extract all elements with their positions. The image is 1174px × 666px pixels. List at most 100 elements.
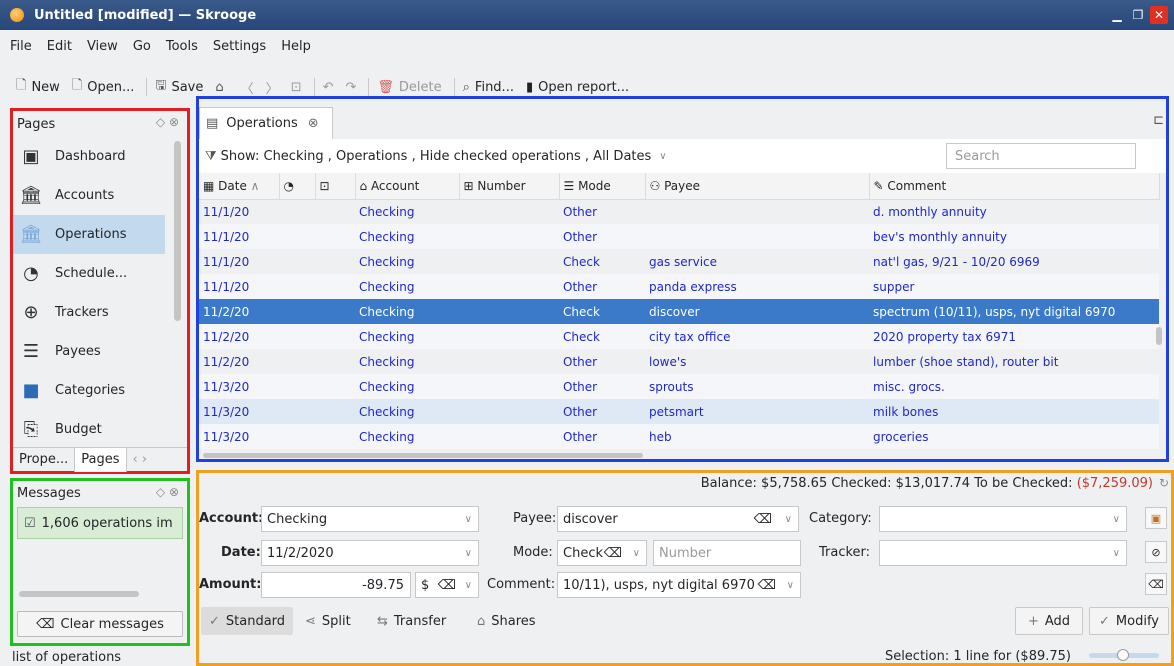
number-field[interactable]: Number [653, 540, 801, 566]
page-item-schedule[interactable]: ◔ Schedule... [13, 254, 187, 293]
messages-scrollbar[interactable] [19, 591, 139, 597]
open-button[interactable]: 🗋 Open... [72, 76, 135, 98]
tracker-select[interactable]: ∨ [879, 540, 1127, 566]
column-flag[interactable]: ⊡ [315, 173, 356, 200]
table-row[interactable]: 11/1/20 Checking Other d. monthly annuity [199, 199, 1159, 224]
cell-account: Checking [359, 204, 415, 219]
column-account[interactable]: ⌂ Account [355, 173, 460, 200]
tab-pages[interactable]: Pages [74, 447, 127, 472]
payee-field[interactable]: discover ⌫ ∨ [557, 506, 799, 532]
filter-text[interactable]: Show: Checking , Operations , Hide check… [221, 149, 652, 164]
table-row[interactable]: 11/3/20 Checking Other petsmart milk bones [199, 399, 1159, 424]
chevron-down-icon: ∨ [632, 547, 640, 559]
back-button[interactable]: 〈 [241, 78, 254, 97]
table-row[interactable]: 11/1/20 Checking Other panda express supper [199, 274, 1159, 299]
add-button[interactable]: + Add [1015, 607, 1083, 635]
table-hscrollbar[interactable] [203, 453, 643, 458]
page-item-trackers[interactable]: ⊕ Trackers [13, 293, 187, 332]
menu-view[interactable]: View [87, 39, 118, 54]
table-row[interactable]: 11/1/20 Checking Check gas service nat'l gas… [199, 249, 1159, 274]
column-number[interactable]: ⊞ Number [459, 173, 560, 200]
tab-properties[interactable]: Prope... [13, 448, 74, 472]
menu-file[interactable]: File [10, 39, 32, 54]
table-row[interactable]: 11/2/20 Checking Other lowe's lumber (shoe s… [199, 349, 1159, 374]
table-row[interactable]: 11/2/20 Checking Check city tax office 2020 … [199, 324, 1159, 349]
new-button[interactable]: 🗋 New [16, 76, 60, 98]
table-row[interactable]: 11/2/20 Checking Check discover spectrum (10… [199, 299, 1159, 324]
currency-select[interactable]: $ ⌫ ∨ [415, 572, 479, 598]
to-be-checked-amount: ($7,259.09) [1076, 476, 1153, 491]
message-item[interactable]: ☑ 1,606 operations im [17, 507, 183, 539]
undo-button[interactable]: ↶ [323, 80, 334, 95]
clear-field-icon[interactable]: ⌫ [438, 578, 456, 593]
zoom-slider-handle[interactable] [1117, 649, 1129, 661]
settings-button[interactable]: ⊘ [1145, 541, 1167, 563]
clear-field-icon[interactable]: ⌫ [604, 546, 622, 561]
page-item-operations[interactable]: 🏛 Operations [13, 215, 165, 254]
table-vscrollbar[interactable] [1156, 327, 1162, 345]
mode-select[interactable]: Check ⌫ ∨ [557, 540, 647, 566]
column-payee[interactable]: ⚇ Payee [645, 173, 870, 200]
table-row[interactable]: 11/3/20 Checking Other sprouts misc. grocs. [199, 374, 1159, 399]
menu-edit[interactable]: Edit [47, 39, 72, 54]
save-label: Save [171, 79, 204, 95]
pages-scrollbar[interactable] [174, 141, 181, 321]
page-item-budget[interactable]: ⎘ Budget [13, 410, 187, 449]
panel-close-icon[interactable]: ⊗ [169, 115, 179, 129]
column-mode[interactable]: ☰ Mode [559, 173, 646, 200]
chevron-down-icon[interactable]: ∨ [659, 151, 666, 162]
float-icon[interactable]: ◇ [156, 115, 165, 129]
column-comment[interactable]: ✎ Comment [869, 173, 1160, 200]
comment-field[interactable]: 10/11), usps, nyt digital 6970 ⌫ ∨ [557, 572, 801, 598]
amount-field[interactable]: -89.75 [261, 572, 411, 598]
new-tab-icon[interactable]: ⊏ [1153, 113, 1164, 128]
shares-mode-button[interactable]: ⌂ Shares [469, 607, 544, 635]
redo-button[interactable]: ↷ [346, 80, 357, 95]
refresh-icon[interactable]: ↻ [1159, 476, 1169, 490]
tab-operations[interactable]: ▤ Operations ⊗ [199, 107, 333, 139]
split-mode-button[interactable]: ⋖ Split [297, 607, 359, 635]
open-report-button[interactable]: ▮ Open report... [526, 80, 629, 95]
clear-field-icon[interactable]: ⌫ [754, 512, 772, 527]
standard-mode-button[interactable]: ✓ Standard [201, 607, 294, 635]
column-date[interactable]: ▦ Date ∧ [199, 173, 280, 200]
forward-button[interactable]: 〉 [266, 78, 279, 97]
float-icon[interactable]: ◇ [156, 485, 165, 499]
table-row[interactable]: 11/3/20 Checking Other heb groceries [199, 424, 1159, 449]
clear-button[interactable]: ⌫ [1145, 573, 1167, 595]
clear-field-icon[interactable]: ⌫ [758, 578, 776, 593]
clear-messages-button[interactable]: ⌫ Clear messages [17, 611, 183, 637]
zoom-slider[interactable] [1089, 649, 1159, 661]
menu-help[interactable]: Help [281, 39, 311, 54]
modify-button[interactable]: ✓ Modify [1089, 607, 1169, 635]
date-field[interactable]: 11/2/2020 ∨ [261, 540, 479, 566]
menu-go[interactable]: Go [133, 39, 151, 54]
page-item-categories[interactable]: ■ Categories [13, 371, 187, 410]
cell-account: Checking [355, 299, 459, 324]
page-item-accounts[interactable]: 🏛 Accounts [13, 176, 187, 215]
close-icon[interactable]: ✕ [1150, 6, 1168, 24]
template-button[interactable]: ▣ [1145, 507, 1167, 529]
delete-button[interactable]: 🗑 Delete [377, 80, 441, 95]
cell-number [459, 299, 559, 324]
account-select[interactable]: Checking ∨ [261, 506, 479, 532]
tab-scroll-arrows[interactable]: ‹ › [127, 448, 154, 472]
bookmark-button[interactable]: ⊡ [291, 80, 302, 95]
page-item-dashboard[interactable]: ▣ Dashboard [13, 137, 187, 176]
home-button[interactable]: ⌂ [215, 80, 228, 95]
page-item-payees[interactable]: ☰ Payees [13, 332, 187, 371]
find-label: Find... [474, 79, 514, 95]
menu-tools[interactable]: Tools [166, 39, 198, 54]
save-button[interactable]: 🖫 Save [155, 76, 203, 98]
maximize-icon[interactable]: ❐ [1129, 6, 1147, 24]
minimize-icon[interactable]: ▁ [1108, 6, 1126, 24]
transfer-mode-button[interactable]: ⇆ Transfer [369, 607, 454, 635]
column-status[interactable]: ◔ [279, 173, 316, 200]
category-select[interactable]: ∨ [879, 506, 1127, 532]
table-row[interactable]: 11/1/20 Checking Other bev's monthly annuit… [199, 224, 1159, 249]
menu-settings[interactable]: Settings [213, 39, 266, 54]
search-input[interactable]: Search [946, 143, 1136, 169]
tab-close-icon[interactable]: ⊗ [308, 116, 319, 131]
panel-close-icon[interactable]: ⊗ [169, 485, 179, 499]
find-button[interactable]: ⌕ Find... [463, 80, 514, 95]
